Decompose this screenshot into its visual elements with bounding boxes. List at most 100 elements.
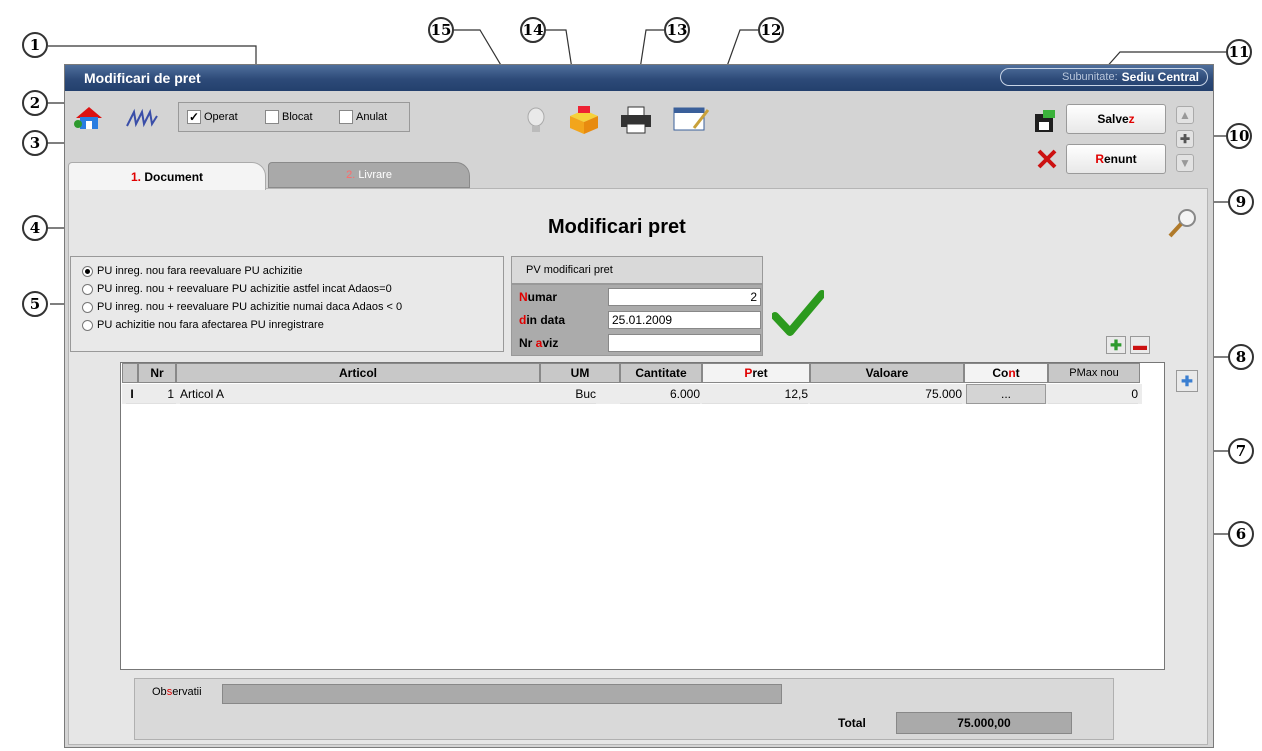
aviz-label: Nr aviz <box>519 336 558 350</box>
tab-document[interactable]: 1. Document <box>68 162 266 190</box>
cancel-button[interactable]: Renunt <box>1066 144 1166 174</box>
status-checkbox-group: ✓ Operat Blocat Anulat <box>178 102 410 132</box>
tab-livrare-number: 2. <box>346 169 356 181</box>
cell-um: Buc <box>540 384 596 404</box>
pret-hotkey: P <box>744 366 753 380</box>
cont-label-b: t <box>1015 366 1020 380</box>
callout-1: 1 <box>22 32 48 58</box>
callout-3: 3 <box>22 130 48 156</box>
home-icon[interactable] <box>72 104 106 132</box>
cell-articol[interactable]: Articol A <box>180 384 540 404</box>
tab-document-label: Document <box>144 169 204 184</box>
col-cantitate-header: Cantitate <box>620 363 702 383</box>
operat-label: Operat <box>204 111 238 123</box>
tab-livrare[interactable]: 2. Livrare <box>268 162 470 188</box>
col-pmax-header: PMax nou <box>1048 363 1140 383</box>
save-button[interactable]: Salve z <box>1066 104 1166 134</box>
expand-button[interactable]: ✚ <box>1176 370 1198 392</box>
cancel-label: enunt <box>1104 152 1137 166</box>
data-label-text: in data <box>526 313 566 327</box>
numar-label-text: umar <box>527 290 558 304</box>
observatii-field[interactable] <box>222 684 782 704</box>
nav-add-button[interactable]: ✚ <box>1176 130 1194 148</box>
operat-check-box[interactable]: ✓ <box>187 110 201 124</box>
numar-label: Numar <box>519 290 557 304</box>
callout-11: 11 <box>1226 39 1252 65</box>
option-fara-reevaluare[interactable]: PU inreg. nou fara reevaluare PU achizit… <box>82 265 302 277</box>
cell-cantitate[interactable]: 6.000 <box>620 384 700 404</box>
option-reevaluare-adaos-zero[interactable]: PU inreg. nou + reevaluare PU achizitie … <box>82 283 392 295</box>
save-icon <box>1032 108 1058 134</box>
observatii-label: Observatii <box>152 686 202 698</box>
pv-header: PV modificari pret <box>511 256 763 284</box>
aviz-field[interactable] <box>608 334 761 352</box>
subunit-selector[interactable]: Subunitate: Sediu Central <box>1000 68 1208 86</box>
col-cont-header[interactable]: Co n t <box>964 363 1048 383</box>
cell-pmax[interactable]: 0 <box>1048 384 1138 404</box>
callout-5: 5 <box>22 291 48 317</box>
cancel-icon <box>1036 148 1058 170</box>
blocat-label: Blocat <box>282 111 313 123</box>
cell-cont-button[interactable]: ... <box>966 384 1046 404</box>
package-icon[interactable] <box>566 104 602 136</box>
cont-hotkey: n <box>1008 366 1016 380</box>
callout-12: 12 <box>758 17 784 43</box>
cancel-hotkey: R <box>1095 152 1104 166</box>
callout-6: 6 <box>1228 521 1254 547</box>
obs-label-b: ervatii <box>172 686 202 698</box>
cell-pret[interactable]: 12,5 <box>702 384 808 404</box>
radio-2[interactable] <box>82 283 93 295</box>
blocat-checkbox[interactable]: Blocat <box>265 110 313 124</box>
pret-label: ret <box>752 366 768 380</box>
printer-icon[interactable] <box>618 104 654 136</box>
tab-livrare-label: Livrare <box>358 169 392 181</box>
total-label: Total <box>838 716 866 730</box>
cell-valoare: 75.000 <box>810 384 962 404</box>
numar-field[interactable]: 2 <box>608 288 761 306</box>
obs-label-a: Ob <box>152 686 167 698</box>
callout-7: 7 <box>1228 438 1254 464</box>
page-title: Modificari pret <box>548 216 686 238</box>
col-pret-header[interactable]: Pret <box>702 363 810 383</box>
tab-document-number: 1. <box>130 169 141 184</box>
data-field[interactable]: 25.01.2009 <box>608 311 761 329</box>
search-icon[interactable] <box>1166 206 1200 240</box>
blocat-check-box[interactable] <box>265 110 279 124</box>
cell-nr: 1 <box>138 384 176 404</box>
remove-row-button[interactable]: ▬ <box>1130 336 1150 354</box>
subunit-value: Sediu Central <box>1121 70 1199 84</box>
radio-1[interactable] <box>82 265 93 277</box>
checkmark-icon[interactable] <box>771 290 826 336</box>
signature-icon[interactable] <box>124 108 160 130</box>
window-title: Modificari de pret <box>84 70 201 86</box>
option-reevaluare-adaos-negativ[interactable]: PU inreg. nou + reevaluare PU achizitie … <box>82 301 402 313</box>
anulat-checkbox[interactable]: Anulat <box>339 110 387 124</box>
add-row-button[interactable]: ✚ <box>1106 336 1126 354</box>
callout-8: 8 <box>1228 344 1254 370</box>
nav-up-button[interactable]: ▲ <box>1176 106 1194 124</box>
aviz-label-text: viz <box>542 336 559 350</box>
anulat-label: Anulat <box>356 111 388 123</box>
callout-9: 9 <box>1228 189 1254 215</box>
numar-hotkey: N <box>519 290 528 304</box>
radio-4[interactable] <box>82 319 93 331</box>
lightbulb-icon[interactable] <box>522 106 550 136</box>
operat-checkbox[interactable]: ✓ Operat <box>187 110 238 124</box>
callout-2: 2 <box>22 90 48 116</box>
total-value: 75.000,00 <box>896 712 1072 734</box>
cont-label-a: Co <box>992 366 1009 380</box>
option-pu-achizitie-nou[interactable]: PU achizitie nou fara afectarea PU inreg… <box>82 319 324 331</box>
save-label: Salve <box>1097 112 1129 126</box>
option-1-label: PU inreg. nou fara reevaluare PU achizit… <box>97 265 303 277</box>
nav-down-button[interactable]: ▼ <box>1176 154 1194 172</box>
aviz-prefix: Nr <box>519 336 536 350</box>
row-marker: I <box>126 384 138 404</box>
save-hotkey: z <box>1128 112 1135 126</box>
option-4-label: PU achizitie nou fara afectarea PU inreg… <box>97 319 324 331</box>
edit-form-icon[interactable] <box>672 104 712 134</box>
anulat-check-box[interactable] <box>339 110 353 124</box>
option-2-label: PU inreg. nou + reevaluare PU achizitie … <box>97 283 392 295</box>
data-label: din data <box>519 313 565 327</box>
col-articol-header: Articol <box>176 363 540 383</box>
radio-3[interactable] <box>82 301 93 313</box>
